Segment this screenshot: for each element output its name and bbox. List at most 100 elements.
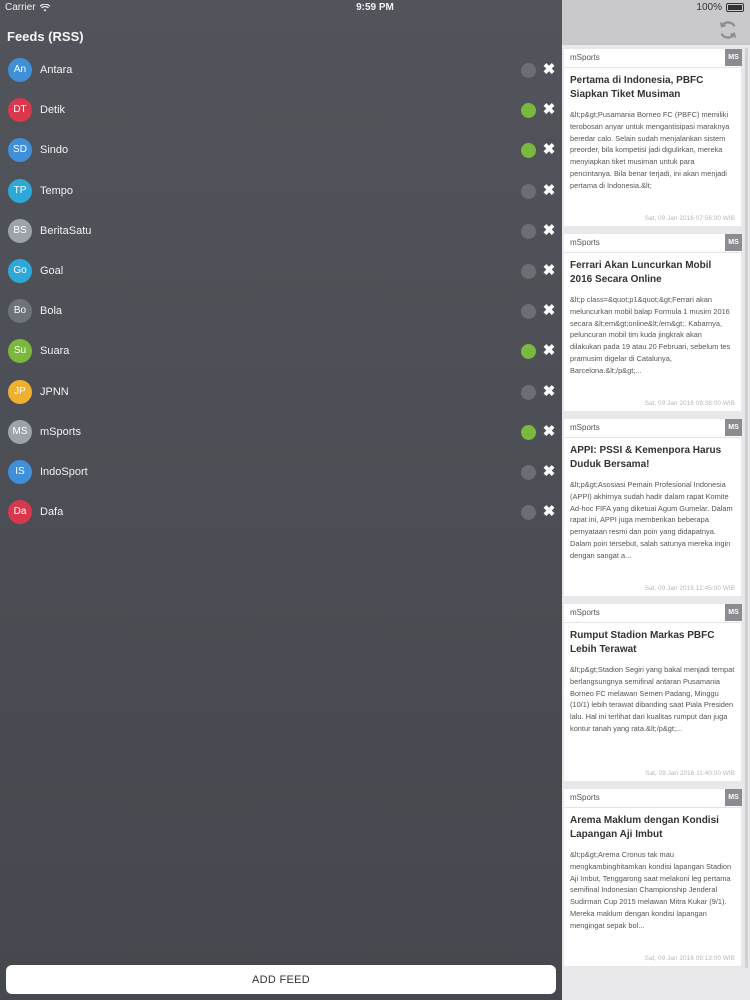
feed-name: Goal [40, 264, 64, 277]
feed-status-toggle[interactable] [521, 384, 536, 400]
remove-feed-button[interactable]: ✖ [541, 383, 557, 401]
feed-row[interactable]: SD Sindo ✖ [0, 130, 562, 170]
card-divider [564, 437, 741, 438]
feed-row[interactable]: An Antara ✖ [0, 50, 562, 90]
article-title: Arema Maklum dengan Kondisi Lapangan Aji… [570, 815, 719, 840]
feed-name: Suara [40, 345, 70, 358]
article-date: Sat, 09 Jan 2016 09:38:00 WIB [644, 400, 735, 407]
feed-status-toggle[interactable] [521, 464, 536, 480]
feed-status-toggle[interactable] [521, 344, 536, 360]
feed-name: JPNN [40, 385, 69, 398]
feed-row[interactable]: Su Suara ✖ [0, 331, 562, 371]
article-source: mSports [570, 608, 600, 617]
article-card[interactable]: mSports MS Pertama di Indonesia, PBFC Siap… [564, 49, 742, 226]
feed-name: Dafa [40, 506, 64, 519]
feed-avatar: MS [8, 419, 32, 444]
remove-feed-button[interactable]: ✖ [541, 503, 557, 521]
news-panel: mSports MS Pertama di Indonesia, PBFC Siap… [562, 0, 750, 1000]
article-date: Sat, 09 Jan 2016 11:40:00 WIB [645, 770, 735, 777]
feed-avatar: TP [8, 178, 32, 203]
feed-status-toggle[interactable] [521, 424, 536, 440]
article-title: Pertama di Indonesia, PBFC Siapkan Tiket… [570, 75, 704, 100]
article-card[interactable]: mSports MS Arema Maklum dengan Kondisi Lap… [564, 789, 742, 966]
source-badge: MS [725, 234, 742, 251]
feed-status-toggle[interactable] [521, 505, 536, 521]
feed-list: An Antara ✖ DT Detik ✖ SD Sindo ✖ TP Tempo ✖ BS Berit… [0, 50, 562, 532]
feed-row[interactable]: JP JPNN ✖ [0, 372, 562, 412]
source-badge: MS [725, 49, 742, 66]
article-source: mSports [570, 53, 600, 62]
feed-row[interactable]: DT Detik ✖ [0, 90, 562, 130]
feed-avatar: An [8, 58, 32, 82]
article-date: Sat, 09 Jan 2016 07:56:00 WIB [644, 215, 735, 222]
article-card[interactable]: mSports MS APPI: PSSI & Kemenpora Harus Du… [564, 419, 742, 596]
feed-status-toggle[interactable] [521, 103, 536, 119]
feed-status-toggle[interactable] [521, 183, 536, 199]
article-source: mSports [570, 793, 600, 802]
article-card[interactable]: mSports MS Ferrari Akan Luncurkan Mobil 20… [564, 234, 742, 411]
article-card[interactable]: mSports MS Rumput Stadion Markas PBFC Lebi… [564, 604, 742, 781]
article-title: APPI: PSSI & Kemenpora Harus Duduk Bersa… [570, 445, 722, 470]
feed-row[interactable]: BS BeritaSatu ✖ [0, 211, 562, 251]
feed-status-toggle[interactable] [521, 223, 536, 239]
feed-status-toggle[interactable] [521, 304, 536, 320]
feed-row[interactable]: TP Tempo ✖ [0, 171, 562, 211]
feed-name: Antara [40, 64, 73, 76]
feed-avatar: SD [8, 138, 32, 163]
feed-avatar: DT [8, 98, 32, 123]
feed-status-toggle[interactable] [521, 63, 536, 78]
article-snippet: &lt;p&gt;Pusamania Borneo FC (PBFC) memi… [570, 110, 730, 190]
article-title: Rumput Stadion Markas PBFC Lebih Terawat [570, 630, 715, 655]
feed-avatar: Bo [8, 299, 32, 324]
add-feed-button[interactable]: ADD FEED [6, 965, 556, 994]
remove-feed-button[interactable]: ✖ [541, 302, 557, 320]
refresh-icon[interactable] [717, 19, 739, 41]
battery-icon [726, 3, 744, 12]
feed-row[interactable]: IS IndoSport ✖ [0, 452, 562, 492]
feed-name: BeritaSatu [40, 224, 92, 237]
source-badge: MS [725, 789, 742, 806]
feed-avatar: Da [8, 500, 32, 525]
feed-avatar: JP [8, 379, 32, 404]
feed-status-toggle[interactable] [521, 143, 536, 159]
remove-feed-button[interactable]: ✖ [541, 423, 557, 441]
feed-name: Detik [40, 104, 66, 117]
feeds-panel: Carrier Feeds (RSS) An Antara ✖ DT Detik ✖ SD S… [0, 0, 562, 1000]
feeds-title: Feeds (RSS) [7, 29, 84, 44]
source-badge: MS [725, 604, 742, 621]
feed-name: Sindo [40, 144, 69, 157]
card-divider [564, 622, 741, 623]
remove-feed-button[interactable]: ✖ [541, 342, 557, 360]
scrollbar[interactable] [745, 48, 748, 968]
remove-feed-button[interactable]: ✖ [541, 222, 557, 240]
feed-status-toggle[interactable] [521, 263, 536, 279]
article-date: Sat, 09 Jan 2016 12:45:00 WIB [644, 585, 735, 592]
feed-row[interactable]: MS mSports ✖ [0, 412, 562, 452]
remove-feed-button[interactable]: ✖ [541, 463, 557, 481]
article-snippet: &lt;p class=&quot;p1&quot;&gt;Ferrari ak… [570, 295, 731, 375]
remove-feed-button[interactable]: ✖ [541, 141, 557, 159]
feed-row[interactable]: Go Goal ✖ [0, 251, 562, 291]
article-source: mSports [570, 238, 600, 247]
card-divider [564, 807, 741, 808]
feed-row[interactable]: Bo Bola ✖ [0, 291, 562, 331]
article-date: Sat, 09 Jan 2016 09:13:00 WIB [644, 955, 735, 962]
feed-name: IndoSport [40, 465, 88, 478]
card-divider [564, 252, 741, 253]
source-badge: MS [725, 419, 742, 436]
feed-name: Bola [40, 305, 63, 318]
remove-feed-button[interactable]: ✖ [541, 101, 557, 119]
status-battery: 100% [696, 2, 744, 13]
feed-row[interactable]: Da Dafa ✖ [0, 492, 562, 532]
card-divider [564, 67, 741, 68]
feed-avatar: Su [8, 339, 32, 364]
feed-name: mSports [40, 425, 81, 438]
remove-feed-button[interactable]: ✖ [541, 262, 557, 280]
feed-avatar: IS [8, 459, 32, 484]
feed-avatar: Go [8, 258, 32, 283]
article-snippet: &lt;p&gt;Asosiasi Pemain Profesional Ind… [570, 480, 733, 560]
remove-feed-button[interactable]: ✖ [541, 61, 557, 79]
article-title: Ferrari Akan Luncurkan Mobil 2016 Secara… [570, 260, 712, 285]
article-source: mSports [570, 423, 600, 432]
remove-feed-button[interactable]: ✖ [541, 182, 557, 200]
